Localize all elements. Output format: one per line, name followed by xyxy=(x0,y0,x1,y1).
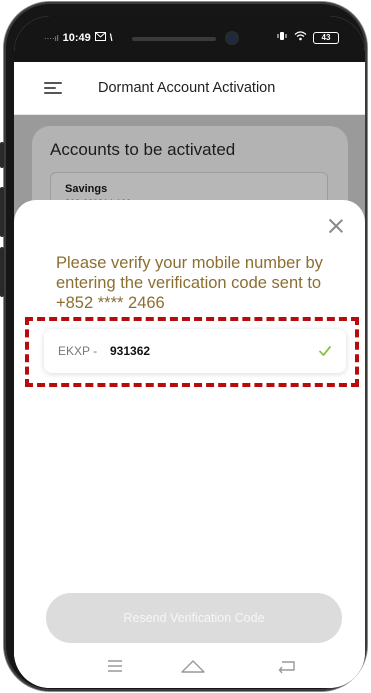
app-bar: Dormant Account Activation xyxy=(14,62,365,115)
code-prefix: EKXP - xyxy=(58,344,98,358)
phone-side-button xyxy=(0,187,4,237)
phone-frame: ····ıl 10:49 \ 43 Dormant Account Activa… xyxy=(0,2,367,691)
page-title: Dormant Account Activation xyxy=(98,80,276,96)
signal-icon: ····ıl xyxy=(44,33,59,43)
battery-icon: 43 xyxy=(313,31,339,44)
phone-camera xyxy=(227,33,237,43)
wifi-icon xyxy=(294,31,307,44)
phone-screen: ····ıl 10:49 \ 43 Dormant Account Activa… xyxy=(14,16,365,688)
status-time: 10:49 xyxy=(62,32,91,44)
verification-sheet: Please verify your mobile number by ente… xyxy=(14,200,365,688)
account-type: Savings xyxy=(65,183,108,195)
mail-icon xyxy=(94,32,106,44)
resend-verification-button[interactable]: Resend Verification Code xyxy=(46,593,342,643)
home-icon[interactable] xyxy=(180,656,205,676)
verification-code-field[interactable]: EKXP - 931362 xyxy=(44,329,346,373)
notification-icon: \ xyxy=(109,32,113,44)
back-icon[interactable] xyxy=(276,656,298,676)
status-left: ····ıl 10:49 \ xyxy=(44,32,113,44)
phone-side-button xyxy=(0,247,4,297)
code-value: 931362 xyxy=(110,344,151,358)
status-right: 43 xyxy=(276,31,339,44)
close-icon[interactable] xyxy=(328,218,344,234)
verification-message: Please verify your mobile number by ente… xyxy=(56,254,323,312)
vibrate-icon xyxy=(276,31,288,44)
android-nav-bar xyxy=(14,646,365,688)
phone-side-button xyxy=(0,142,4,168)
check-icon xyxy=(318,344,332,358)
hamburger-menu-icon[interactable] xyxy=(44,82,62,94)
menu-icon[interactable] xyxy=(104,656,126,676)
phone-speaker xyxy=(132,37,216,41)
status-bar: ····ıl 10:49 \ 43 xyxy=(14,16,365,62)
accounts-heading: Accounts to be activated xyxy=(50,140,236,159)
